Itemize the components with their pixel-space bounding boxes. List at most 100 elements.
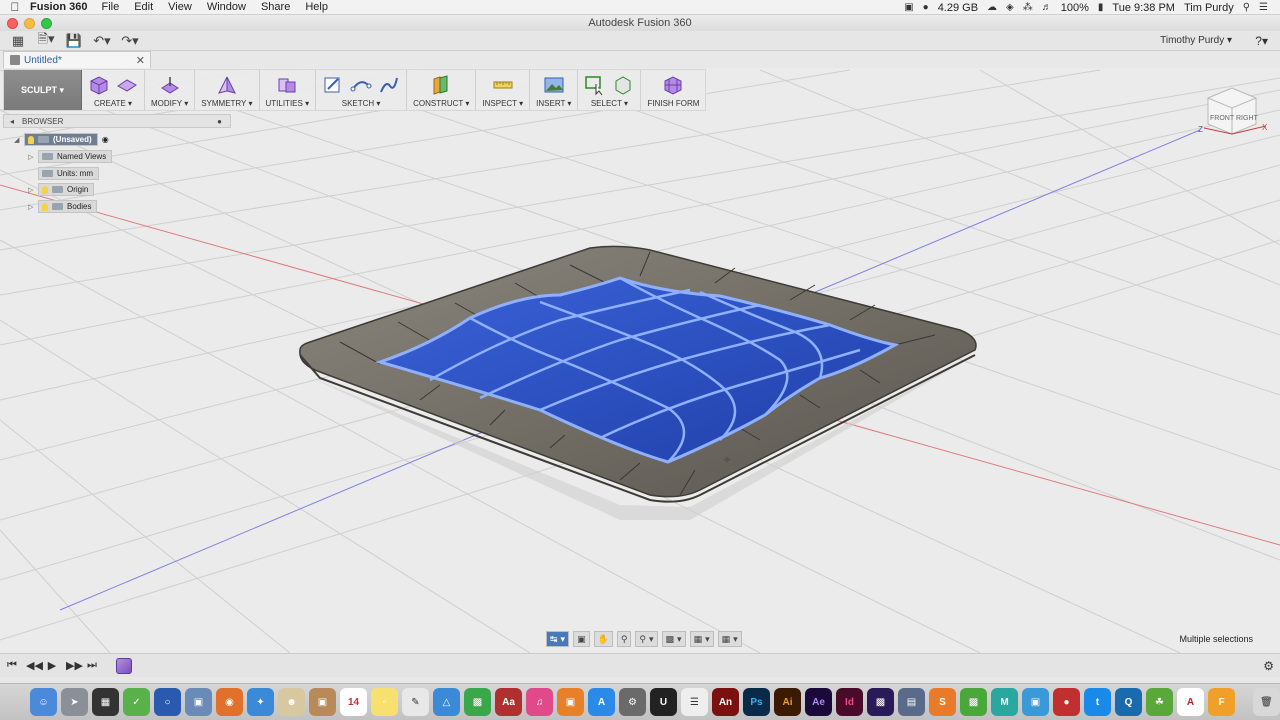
quicktime-icon[interactable]: Q — [1115, 688, 1142, 716]
construct-group[interactable]: CONSTRUCT ▾ — [407, 70, 477, 110]
pan-button[interactable]: ✋ — [593, 631, 613, 647]
insert-image-icon[interactable] — [543, 74, 565, 96]
construct-menu-label[interactable]: CONSTRUCT ▾ — [413, 99, 469, 108]
premiere-icon[interactable]: ▩ — [867, 688, 894, 716]
close-tab-icon[interactable]: ✕ — [136, 54, 145, 67]
utilities-icon[interactable] — [276, 74, 298, 96]
utilities-group[interactable]: UTILITIES ▾ — [260, 70, 317, 110]
dictionary-icon[interactable]: Aa — [495, 688, 522, 716]
plane-icon[interactable] — [116, 74, 138, 96]
sketch-group[interactable]: SKETCH ▾ — [316, 70, 408, 110]
view-cube[interactable]: FRONT RIGHT Z X — [1198, 78, 1270, 142]
menu-help[interactable]: Help — [305, 1, 328, 13]
form-feature-icon[interactable] — [116, 657, 132, 674]
recorder-icon[interactable]: ● — [1053, 688, 1080, 716]
help-icon[interactable]: ?▾ — [1255, 34, 1268, 48]
undo-icon[interactable]: ↶▾ — [92, 32, 112, 50]
visibility-bulb-icon[interactable] — [28, 135, 34, 144]
select-window-icon[interactable] — [584, 74, 606, 96]
memory-icon[interactable]: ● — [923, 2, 929, 13]
maya-icon[interactable]: M — [991, 688, 1018, 716]
inspect-menu-label[interactable]: INSPECT ▾ — [482, 99, 523, 108]
inspect-group[interactable]: INSPECT ▾ — [476, 70, 531, 110]
look-at-button[interactable]: ▣ — [573, 631, 590, 647]
timeline-next-icon[interactable]: ▶▶ — [66, 659, 83, 672]
utilities-menu-label[interactable]: UTILITIES ▾ — [266, 99, 310, 108]
viewcube-front-face[interactable]: FRONT — [1210, 115, 1235, 122]
select-body-icon[interactable] — [612, 74, 634, 96]
unity-icon[interactable]: U — [650, 688, 677, 716]
expand-origin-icon[interactable]: ▷ — [28, 186, 38, 194]
pivot-icon[interactable]: ✦ — [722, 453, 732, 467]
zoom-button[interactable]: ⚲ — [616, 631, 632, 647]
box-icon[interactable] — [88, 74, 110, 96]
save-icon[interactable]: 💾 — [64, 32, 84, 50]
adobe-animate-icon[interactable]: An — [712, 688, 739, 716]
memory-readout[interactable]: 4.29 GB — [938, 2, 978, 14]
after-effects-icon[interactable]: Ae — [805, 688, 832, 716]
select-menu-label[interactable]: SELECT ▾ — [591, 99, 628, 108]
spline-icon[interactable] — [378, 74, 400, 96]
finish-form-group[interactable]: FINISH FORM — [641, 70, 705, 110]
edit-form-icon[interactable] — [159, 74, 181, 96]
tree-root[interactable]: ◢ (Unsaved) ◉ — [14, 133, 109, 146]
expand-named-views-icon[interactable]: ▷ — [28, 153, 38, 161]
text-document-icon[interactable]: ☰ — [681, 688, 708, 716]
viewports-button[interactable]: ▦ ▾ — [717, 631, 742, 647]
finder-icon[interactable]: ☺ — [30, 688, 57, 716]
insert-group[interactable]: INSERT ▾ — [530, 70, 579, 110]
viewcube-right-face[interactable]: RIGHT — [1236, 115, 1259, 122]
numbers-icon[interactable]: ▩ — [464, 688, 491, 716]
stickies-icon[interactable]: ▫ — [371, 688, 398, 716]
account-menu[interactable]: Timothy Purdy ▾ — [1160, 35, 1232, 46]
finish-form-label[interactable]: FINISH FORM — [647, 99, 699, 108]
calendar-icon[interactable]: 14 — [340, 688, 367, 716]
insert-menu-label[interactable]: INSERT ▾ — [536, 99, 571, 108]
modify-group[interactable]: MODIFY ▾ — [145, 70, 196, 110]
puzzle-icon[interactable]: ▩ — [960, 688, 987, 716]
tree-node-named-views[interactable]: ▷ Named Views — [28, 150, 113, 163]
screen-record-icon[interactable]: ▣ — [904, 2, 913, 13]
frog-icon[interactable]: ☘ — [1146, 688, 1173, 716]
data-panel-grid-icon[interactable]: ▦ — [8, 32, 28, 50]
activity-monitor-icon[interactable]: ✓ — [123, 688, 150, 716]
symmetry-group[interactable]: SYMMETRY ▾ — [195, 70, 260, 110]
activate-radio-icon[interactable]: ◉ — [102, 135, 109, 144]
file-menu-icon[interactable]: 🗎▾ — [36, 31, 56, 50]
launchpad-icon[interactable]: ➤ — [61, 688, 88, 716]
fusion-360-icon[interactable]: F — [1208, 688, 1235, 716]
cloud-icon[interactable]: ☁ — [987, 2, 997, 13]
scene-canvas[interactable]: ✦ — [0, 68, 1280, 653]
browser-panel-header[interactable]: ◂ BROWSER ● — [3, 114, 231, 128]
firefox-icon[interactable]: ◉ — [216, 688, 243, 716]
menu-view[interactable]: View — [168, 1, 192, 13]
timeline-settings-gear-icon[interactable]: ⚙ — [1263, 659, 1274, 673]
menu-edit[interactable]: Edit — [134, 1, 153, 13]
expand-bodies-icon[interactable]: ▷ — [28, 203, 38, 211]
timeline-play-icon[interactable]: ▶ — [46, 659, 58, 672]
menu-window[interactable]: Window — [207, 1, 246, 13]
timeline-start-icon[interactable]: ⏮ — [6, 659, 18, 672]
grid-settings-button[interactable]: ▦ ▾ — [689, 631, 714, 647]
clock[interactable]: Tue 9:38 PM — [1112, 2, 1175, 14]
tree-node-units[interactable]: Units: mm — [38, 167, 99, 180]
timeline-end-icon[interactable]: ⏭ — [86, 659, 98, 672]
timeline-prev-icon[interactable]: ◀◀ — [26, 659, 43, 672]
menu-file[interactable]: File — [101, 1, 119, 13]
visibility-bulb-icon[interactable] — [42, 202, 48, 211]
keynote-icon[interactable]: △ — [433, 688, 460, 716]
system-preferences-icon[interactable]: ⚙ — [619, 688, 646, 716]
tweetbot-icon[interactable]: t — [1084, 688, 1111, 716]
safari-icon[interactable]: ✦ — [247, 688, 274, 716]
tree-node-origin[interactable]: ▷ Origin — [28, 183, 95, 196]
volume-icon[interactable]: ♬ — [1042, 2, 1052, 13]
canvas-viewport[interactable]: ✦ — [0, 68, 1280, 653]
workspace-switcher[interactable]: SCULPT ▾ — [4, 70, 82, 110]
create-group[interactable]: CREATE ▾ — [82, 70, 145, 110]
expand-root-icon[interactable]: ◢ — [14, 136, 24, 144]
orbit-button[interactable]: ↹ ▾ — [546, 631, 570, 647]
trash-icon[interactable]: 🗑 — [1253, 688, 1280, 716]
minimize-window-button[interactable] — [24, 18, 35, 29]
mission-control-icon[interactable]: ▦ — [92, 688, 119, 716]
screen-capture-icon[interactable]: ▣ — [1022, 688, 1049, 716]
